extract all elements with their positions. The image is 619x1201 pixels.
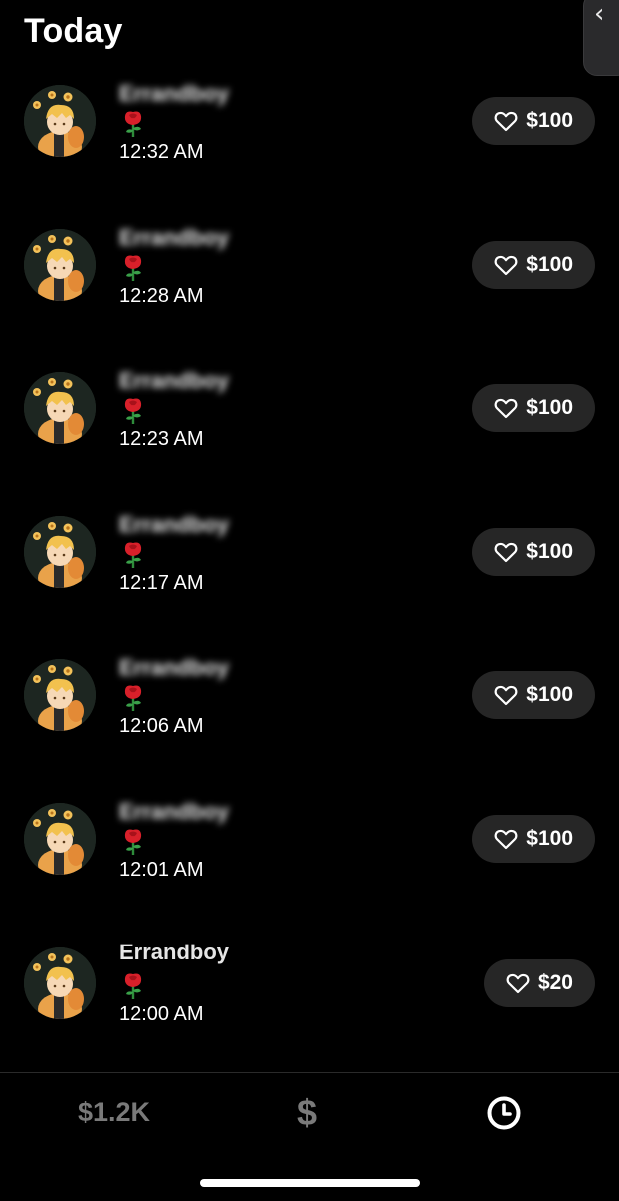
heart-icon — [494, 686, 518, 706]
tip-amount-button[interactable]: $20 — [483, 958, 595, 1007]
page-title: Today — [24, 12, 123, 50]
tipper-name: Errandboy — [119, 798, 230, 824]
tip-amount-button[interactable]: $100 — [472, 240, 595, 289]
rose-icon — [124, 255, 142, 281]
tipper-name: Errandboy — [119, 224, 230, 250]
tip-time: 12:01 AM — [119, 858, 204, 881]
tip-amount: $20 — [537, 970, 573, 994]
tip-list: Errandboy 12:32 AM $100 Errandboy 12:28 … — [0, 77, 619, 1082]
tip-amount-button[interactable]: $100 — [472, 527, 595, 576]
avatar[interactable] — [24, 85, 96, 157]
tipper-name: Errandboy — [119, 938, 230, 964]
rose-icon — [124, 973, 142, 999]
tipper-name: Errandboy — [119, 511, 230, 537]
rose-icon — [124, 685, 142, 712]
tip-row[interactable]: Errandboy 12:28 AM $100 — [0, 221, 619, 365]
tip-time: 12:17 AM — [119, 571, 204, 594]
heart-icon — [494, 111, 518, 132]
tip-time: 12:28 AM — [119, 284, 204, 307]
avatar[interactable] — [24, 228, 96, 301]
tip-amount-button[interactable]: $100 — [472, 97, 595, 145]
avatar[interactable] — [24, 515, 96, 588]
tip-amount: $100 — [526, 109, 573, 132]
nav-balance-tab[interactable]: $1.2K — [78, 1097, 150, 1128]
tip-time: 12:32 AM — [119, 141, 204, 163]
heart-icon — [494, 399, 518, 419]
tip-row[interactable]: Errandboy 12:06 AM $100 — [0, 651, 619, 795]
tip-amount-button[interactable]: $100 — [472, 814, 595, 863]
tip-amount: $100 — [526, 826, 573, 850]
tipper-name: Errandboy — [119, 368, 230, 394]
tipper-name: Errandboy — [119, 655, 230, 681]
clock-icon[interactable] — [486, 1095, 522, 1131]
avatar[interactable] — [24, 659, 96, 732]
tipper-name: Errandboy — [119, 81, 230, 106]
side-panel-tab[interactable]: ‹ — [583, 0, 619, 76]
chevron-left-icon: ‹ — [594, 0, 605, 29]
tip-amount: $100 — [526, 252, 573, 276]
tip-time: 12:00 AM — [119, 1002, 204, 1025]
tip-row[interactable]: Errandboy 12:32 AM $100 — [0, 77, 619, 221]
rose-icon — [124, 111, 142, 137]
heart-icon — [494, 829, 518, 850]
tip-time: 12:23 AM — [119, 428, 204, 451]
avatar[interactable] — [24, 946, 96, 1019]
rose-icon — [124, 829, 142, 855]
avatar[interactable] — [24, 802, 96, 875]
tip-row[interactable]: Errandboy 12:00 AM $20 — [0, 939, 619, 1083]
tip-amount: $100 — [526, 539, 573, 563]
heart-icon — [494, 255, 518, 275]
tip-amount-button[interactable]: $100 — [472, 671, 595, 720]
tip-amount: $100 — [526, 683, 573, 707]
heart-icon — [506, 973, 530, 993]
tip-amount-button[interactable]: $100 — [472, 384, 595, 433]
tip-amount: $100 — [526, 396, 573, 420]
nav-dollar-tab[interactable]: $ — [297, 1092, 317, 1134]
home-indicator[interactable] — [200, 1179, 420, 1187]
avatar[interactable] — [24, 372, 96, 445]
tip-row[interactable]: Errandboy 12:01 AM $100 — [0, 795, 619, 939]
tip-time: 12:06 AM — [119, 715, 204, 738]
tip-row[interactable]: Errandboy 12:17 AM $100 — [0, 508, 619, 652]
rose-icon — [124, 398, 142, 425]
tip-row[interactable]: Errandboy 12:23 AM $100 — [0, 364, 619, 508]
heart-icon — [494, 542, 518, 562]
rose-icon — [124, 542, 142, 568]
